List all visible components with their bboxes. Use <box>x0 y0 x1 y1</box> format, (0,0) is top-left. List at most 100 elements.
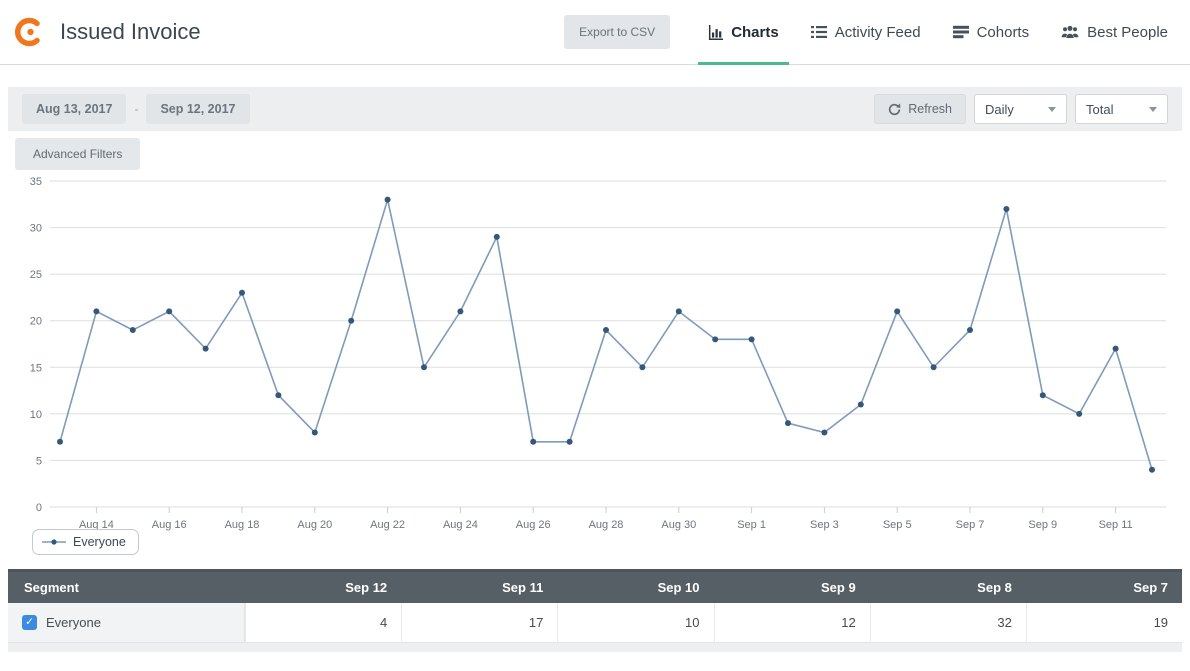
line-chart[interactable]: 05101520253035Aug 14Aug 16Aug 18Aug 20Au… <box>8 173 1182 533</box>
active-tab-underline <box>698 62 789 65</box>
data-point <box>967 327 973 333</box>
activity-feed-icon <box>811 25 827 39</box>
data-point <box>1149 467 1155 473</box>
data-point <box>203 346 209 352</box>
table-row-partial <box>8 643 1182 652</box>
data-point <box>821 429 827 435</box>
x-tick-label: Aug 16 <box>152 519 187 531</box>
legend-line-marker-icon <box>42 538 66 546</box>
y-tick-label: 20 <box>30 316 42 328</box>
value-cell-sep7: 19 <box>1026 603 1182 643</box>
date-end-button[interactable]: Sep 12, 2017 <box>146 94 249 124</box>
tab-activity-feed[interactable]: Activity Feed <box>795 0 937 64</box>
data-point <box>603 327 609 333</box>
y-tick-label: 5 <box>36 455 42 467</box>
legend-everyone[interactable]: Everyone <box>32 529 139 555</box>
data-point <box>494 234 500 240</box>
date-range-separator: - <box>134 102 138 116</box>
y-tick-label: 15 <box>30 362 42 374</box>
refresh-label: Refresh <box>908 102 952 116</box>
data-point <box>93 308 99 314</box>
segments-table: Segment Sep 12 Sep 11 Sep 10 Sep 9 Sep 8… <box>8 569 1182 652</box>
data-point <box>239 290 245 296</box>
col-header-sep9[interactable]: Sep 9 <box>714 580 870 595</box>
data-point <box>348 318 354 324</box>
table-row: ✓ Everyone 4 17 10 12 32 19 <box>8 603 1182 643</box>
data-point <box>894 308 900 314</box>
metric-value: Total <box>1086 102 1113 117</box>
x-tick-label: Sep 11 <box>1099 519 1133 531</box>
data-point <box>312 429 318 435</box>
col-header-sep10[interactable]: Sep 10 <box>557 580 713 595</box>
x-tick-label: Aug 24 <box>443 519 478 531</box>
col-header-segment[interactable]: Segment <box>8 580 245 595</box>
tab-charts-label: Charts <box>731 24 779 41</box>
data-point <box>858 402 864 408</box>
x-tick-label: Aug 20 <box>297 519 332 531</box>
data-point <box>749 336 755 342</box>
granularity-select[interactable]: Daily <box>974 94 1067 124</box>
segment-name: Everyone <box>46 615 101 630</box>
segment-checkbox[interactable]: ✓ <box>22 615 37 630</box>
value-cell-sep11: 17 <box>401 603 557 643</box>
series-line <box>60 200 1152 470</box>
tab-activity-feed-label: Activity Feed <box>835 24 921 41</box>
date-start-button[interactable]: Aug 13, 2017 <box>22 94 126 124</box>
x-tick-label: Aug 26 <box>516 519 551 531</box>
chevron-down-icon <box>1149 107 1157 112</box>
value-cell-sep10: 10 <box>557 603 713 643</box>
advanced-filters-button[interactable]: Advanced Filters <box>15 138 140 170</box>
tab-best-people[interactable]: Best People <box>1045 0 1184 64</box>
data-point <box>130 327 136 333</box>
logo-c-icon <box>11 15 45 49</box>
cohorts-icon <box>953 25 969 39</box>
data-point <box>1040 392 1046 398</box>
col-header-sep7[interactable]: Sep 7 <box>1026 580 1182 595</box>
metric-select[interactable]: Total <box>1075 94 1168 124</box>
value-cell-sep8: 32 <box>870 603 1026 643</box>
legend-label: Everyone <box>73 535 126 549</box>
col-header-sep12[interactable]: Sep 12 <box>245 580 401 595</box>
header-left: Issued Invoice <box>10 14 201 50</box>
data-point <box>639 364 645 370</box>
y-tick-label: 10 <box>30 409 42 421</box>
chart-area: 05101520253035Aug 14Aug 16Aug 18Aug 20Au… <box>8 173 1182 555</box>
export-csv-button[interactable]: Export to CSV <box>564 15 670 49</box>
data-point <box>1076 411 1082 417</box>
value-cell-sep12: 4 <box>245 603 401 643</box>
y-tick-label: 30 <box>30 223 42 235</box>
y-tick-label: 25 <box>30 269 42 281</box>
data-point <box>275 392 281 398</box>
refresh-icon <box>888 103 901 116</box>
data-point <box>421 364 427 370</box>
y-tick-label: 0 <box>36 502 42 514</box>
data-point <box>785 420 791 426</box>
bar-chart-icon <box>708 25 723 40</box>
x-tick-label: Sep 1 <box>737 519 766 531</box>
x-tick-label: Sep 9 <box>1028 519 1057 531</box>
data-point <box>676 308 682 314</box>
y-tick-label: 35 <box>30 176 42 188</box>
tab-cohorts-label: Cohorts <box>977 24 1030 41</box>
data-point <box>712 336 718 342</box>
col-header-sep11[interactable]: Sep 11 <box>401 580 557 595</box>
refresh-button[interactable]: Refresh <box>874 94 966 124</box>
col-header-sep8[interactable]: Sep 8 <box>870 580 1026 595</box>
data-point <box>385 197 391 203</box>
date-range-group: Aug 13, 2017 - Sep 12, 2017 <box>22 94 250 124</box>
chart-toolbar: Aug 13, 2017 - Sep 12, 2017 Refresh Dail… <box>8 87 1182 131</box>
data-point <box>1003 206 1009 212</box>
toolbar-controls: Refresh Daily Total <box>874 94 1168 124</box>
header-nav: Export to CSV Charts Activity Feed <box>564 0 1184 64</box>
value-cell-sep9: 12 <box>714 603 870 643</box>
app-header: Issued Invoice Export to CSV Charts Acti… <box>0 0 1190 65</box>
tab-charts[interactable]: Charts <box>692 0 795 64</box>
data-point <box>567 439 573 445</box>
x-tick-label: Sep 3 <box>810 519 839 531</box>
clevertap-logo-icon[interactable] <box>10 14 46 50</box>
x-tick-label: Sep 5 <box>883 519 912 531</box>
tab-cohorts[interactable]: Cohorts <box>937 0 1046 64</box>
data-point <box>931 364 937 370</box>
x-tick-label: Aug 18 <box>225 519 260 531</box>
chevron-down-icon <box>1048 107 1056 112</box>
